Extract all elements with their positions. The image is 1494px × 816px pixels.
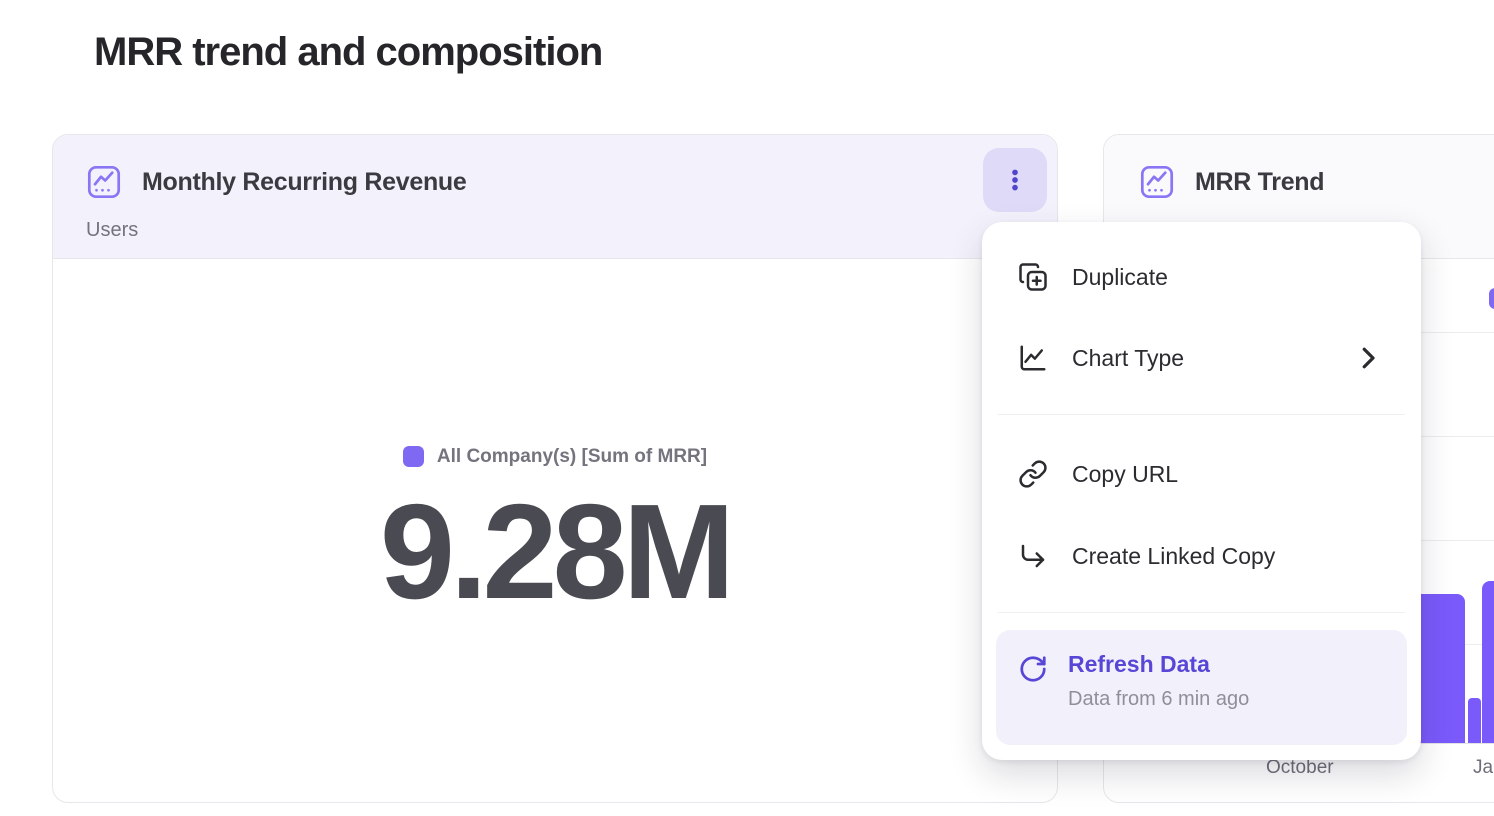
bar [1482,581,1494,743]
mrr-card-subtitle: Users [86,219,138,242]
refresh-icon [1018,654,1048,684]
mrr-card-title: Monthly Recurring Revenue [142,168,467,197]
trend-card-title: MRR Trend [1195,168,1324,197]
menu-divider [998,612,1405,613]
menu-item-label: Copy URL [1072,461,1178,488]
link-icon [1018,459,1048,489]
menu-item-label: Duplicate [1072,264,1168,291]
chevron-right-icon [1353,343,1383,373]
mrr-kpi-body: All Company(s) [Sum of MRR] 9.28M [53,260,1057,804]
mrr-kpi-value: 9.28M [380,484,730,619]
mrr-card: Monthly Recurring Revenue Users All Comp… [52,134,1058,803]
x-axis-label-january: Ja [1473,757,1493,779]
kebab-icon [1002,167,1028,193]
x-axis-label-october: October [1266,757,1334,779]
chart-type-icon [1018,343,1048,373]
card-context-menu: Duplicate Chart Type Copy URL [982,222,1421,760]
menu-item-duplicate[interactable]: Duplicate [982,237,1421,317]
dashboard-page: MRR trend and composition Monthly Recurr… [0,0,1494,816]
menu-item-copy-url[interactable]: Copy URL [982,434,1421,514]
menu-item-label: Chart Type [1072,345,1184,372]
corner-down-right-icon [1018,541,1048,571]
duplicate-icon [1018,262,1048,292]
menu-item-chart-type[interactable]: Chart Type [982,318,1421,398]
menu-divider [998,414,1405,415]
mrr-legend: All Company(s) [Sum of MRR] [403,446,707,468]
chart-card-icon [1139,164,1175,200]
refresh-timestamp: Data from 6 min ago [1068,688,1249,711]
menu-item-label: Create Linked Copy [1072,543,1275,570]
legend-label: All Company(s) [Sum of MRR] [437,446,707,468]
refresh-label: Refresh Data [1068,651,1210,678]
mrr-card-header: Monthly Recurring Revenue Users [53,135,1057,259]
legend-swatch [1489,288,1494,309]
kebab-menu-button[interactable] [983,148,1047,212]
chart-card-icon [86,164,122,200]
menu-item-create-linked-copy[interactable]: Create Linked Copy [982,516,1421,596]
bar [1468,698,1481,743]
legend-swatch [403,446,424,467]
page-title: MRR trend and composition [94,30,602,75]
menu-item-refresh-data[interactable]: Refresh Data Data from 6 min ago [996,630,1407,745]
